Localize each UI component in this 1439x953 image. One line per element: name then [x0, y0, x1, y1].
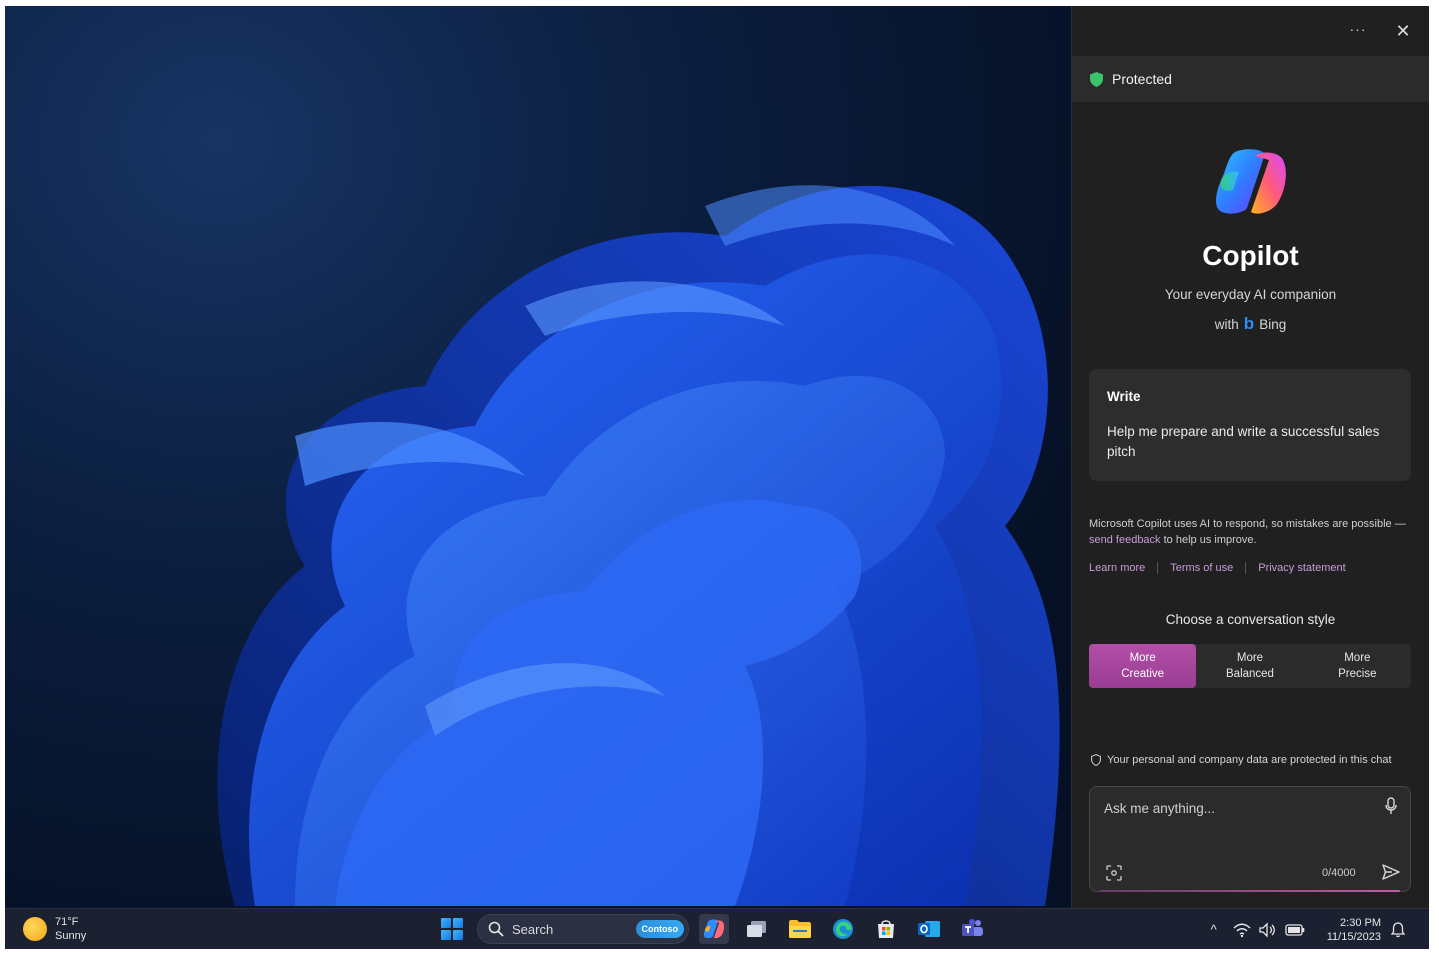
with-label: with — [1214, 316, 1239, 332]
legal-links: Learn more Terms of use Privacy statemen… — [1089, 562, 1346, 574]
protected-banner: Protected — [1072, 56, 1429, 102]
show-hidden-icons-button[interactable]: ^ — [1211, 922, 1217, 937]
suggestion-card[interactable]: Write Help me prepare and write a succes… — [1089, 369, 1411, 481]
microsoft-store-button[interactable] — [871, 914, 901, 944]
task-view-icon — [747, 921, 766, 937]
style-label-line1: More — [1236, 652, 1264, 664]
teams-icon — [962, 919, 983, 936]
panel-titlebar: ··· ✕ — [1072, 6, 1429, 56]
shield-outline-icon — [1091, 754, 1101, 766]
desktop-wallpaper — [5, 6, 1071, 908]
disclaimer-text: Microsoft Copilot uses AI to respond, so… — [1089, 518, 1406, 530]
bing-icon: b — [1243, 314, 1255, 333]
copilot-logo-icon — [1216, 149, 1286, 214]
clock-date: 11/15/2023 — [1326, 930, 1381, 943]
store-icon — [878, 920, 894, 938]
style-more-precise-button[interactable]: More Precise — [1304, 644, 1411, 688]
windows-logo-pane — [441, 918, 451, 928]
taskbar-search[interactable]: Search Contoso — [477, 914, 689, 944]
screenshot-icon[interactable] — [1106, 865, 1122, 881]
style-label-line1: More — [1129, 652, 1156, 664]
windows-logo-pane — [453, 930, 463, 940]
search-icon — [488, 921, 504, 937]
windows-logo-pane — [441, 930, 451, 940]
more-options-button[interactable]: ··· — [1344, 20, 1372, 42]
system-tray: ^ 2:30 PM 11/15/2023 — [1211, 909, 1429, 949]
ask-input[interactable] — [1104, 797, 1374, 819]
learn-more-link[interactable]: Learn more — [1089, 562, 1145, 574]
taskbar-apps: Search Contoso — [441, 914, 1000, 944]
outlook-icon — [918, 921, 940, 937]
clock-time: 2:30 PM — [1340, 916, 1381, 929]
link-divider — [1245, 562, 1247, 574]
send-feedback-link[interactable]: send feedback — [1089, 534, 1161, 546]
style-more-balanced-button[interactable]: More Balanced — [1196, 644, 1303, 688]
character-counter: 0/4000 — [1322, 867, 1356, 879]
taskbar-clock[interactable]: 2:30 PM 11/15/2023 — [1327, 916, 1381, 944]
style-label-line1: More — [1344, 652, 1371, 664]
style-label-line2: Precise — [1338, 668, 1377, 680]
conversation-style-title: Choose a conversation style — [1165, 612, 1336, 627]
send-icon[interactable] — [1382, 864, 1400, 880]
sun-icon — [23, 917, 47, 941]
task-view-button[interactable] — [742, 914, 772, 944]
copilot-subtitle: Your everyday AI companion — [1164, 287, 1337, 302]
style-more-creative-button[interactable]: More Creative — [1089, 644, 1197, 688]
network-vpn-icon[interactable] — [1233, 922, 1251, 938]
weather-widget[interactable]: 71°F Sunny — [23, 915, 86, 943]
conversation-style-selector: More Creative More Balanced More Precise — [1089, 644, 1411, 688]
close-button[interactable]: ✕ — [1390, 18, 1416, 44]
data-protection-notice: Your personal and company data are prote… — [1091, 754, 1392, 766]
notification-bell-icon[interactable] — [1391, 921, 1405, 938]
terms-of-use-link[interactable]: Terms of use — [1170, 562, 1233, 574]
ai-disclaimer: Microsoft Copilot uses AI to respond, so… — [1089, 516, 1419, 548]
outlook-button[interactable] — [914, 914, 944, 944]
style-label-line2: Balanced — [1226, 668, 1274, 680]
file-explorer-button[interactable] — [785, 914, 815, 944]
data-protection-text: Your personal and company data are prote… — [1107, 754, 1392, 766]
taskbar-copilot-button[interactable] — [699, 914, 729, 944]
windows-logo-pane — [453, 918, 463, 928]
battery-icon[interactable] — [1285, 923, 1305, 936]
weather-temperature: 71°F — [55, 916, 79, 928]
contoso-search-chip: Contoso — [635, 920, 684, 938]
chat-input-box: 0/4000 — [1089, 786, 1411, 892]
folder-icon — [789, 920, 811, 938]
search-placeholder: Search — [512, 921, 554, 937]
microphone-icon[interactable] — [1384, 797, 1398, 815]
copilot-panel: ··· ✕ Protected Copilot Your everyday AI… — [1071, 6, 1429, 908]
input-focus-underline — [1100, 890, 1400, 892]
disclaimer-tail: to help us improve. — [1160, 534, 1257, 546]
shield-icon — [1090, 71, 1103, 87]
suggestion-title: Write — [1107, 389, 1141, 404]
teams-button[interactable] — [957, 914, 987, 944]
copilot-icon — [703, 919, 725, 939]
bloom-wallpaper-art — [217, 185, 1060, 907]
copilot-title: Copilot — [1202, 240, 1299, 271]
bing-label: Bing — [1259, 316, 1287, 332]
edge-icon — [833, 919, 853, 939]
with-bing-line: with b Bing — [1072, 314, 1429, 334]
volume-icon[interactable] — [1259, 921, 1277, 938]
edge-browser-button[interactable] — [828, 914, 858, 944]
desktop-screen: ··· ✕ Protected Copilot Your everyday AI… — [5, 6, 1429, 949]
suggestion-body: Help me prepare and write a successful s… — [1107, 424, 1380, 459]
start-button[interactable] — [441, 918, 463, 940]
privacy-statement-link[interactable]: Privacy statement — [1258, 562, 1345, 574]
taskbar: 71°F Sunny Search Contoso ^ 2:30 PM 11/1… — [5, 908, 1429, 949]
protected-label: Protected — [1112, 71, 1172, 87]
link-divider — [1157, 562, 1159, 574]
weather-condition: Sunny — [55, 930, 87, 942]
style-label-line2: Creative — [1121, 668, 1165, 680]
